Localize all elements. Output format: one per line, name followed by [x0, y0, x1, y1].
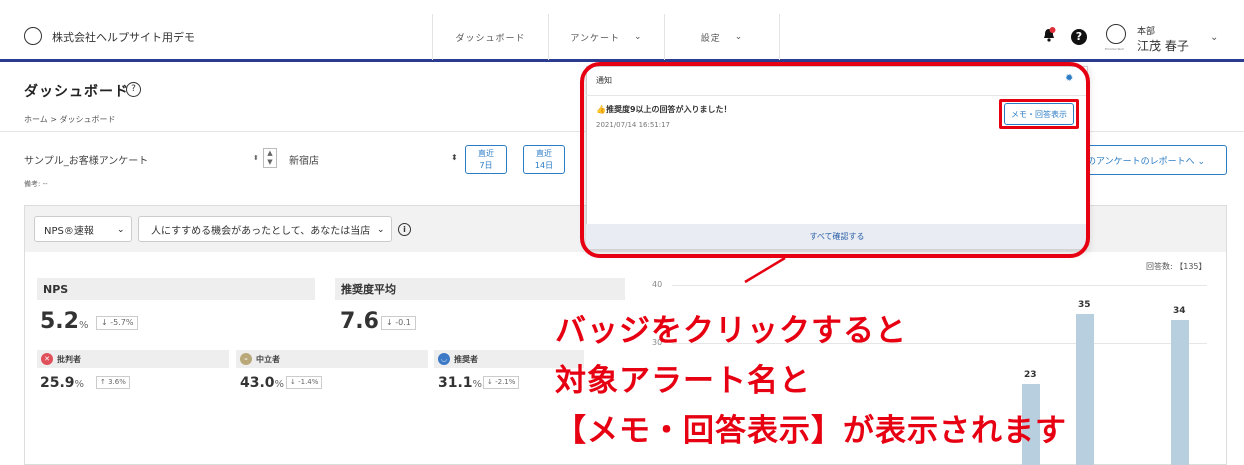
- neutral-face-icon: –: [240, 353, 252, 365]
- segment-header-passive: – 中立者: [236, 350, 428, 368]
- promoter-unit: %: [472, 379, 483, 390]
- store-select[interactable]: 新宿店: [289, 146, 461, 172]
- promoter-number: 31.1: [438, 375, 473, 391]
- promoter-delta-badge: ↓ -2.1%: [483, 376, 520, 389]
- org-name: 株式会社ヘルプサイト用デモ: [52, 31, 195, 44]
- answer-count: 回答数: 【135】: [1146, 262, 1207, 271]
- chart-bar: [1171, 319, 1189, 465]
- nav-dashboard-label: ダッシュボード: [455, 33, 526, 44]
- bar-value-label: 23: [1024, 369, 1037, 380]
- avatar-icon[interactable]: [1106, 24, 1126, 44]
- annotation-frame: [580, 62, 1090, 258]
- segment-label: 推奨者: [454, 354, 478, 364]
- nps-unit: %: [78, 320, 89, 331]
- nav-survey[interactable]: アンケート ⌄: [548, 14, 664, 60]
- help-circle-icon[interactable]: ?: [126, 82, 141, 97]
- gridline: [672, 285, 1207, 286]
- segment-label: 中立者: [256, 354, 280, 364]
- passive-value: 43.0%: [240, 375, 284, 391]
- chart-bar: [1076, 314, 1094, 465]
- annotation-line-3: 【メモ・回答表示】が表示されます: [555, 413, 1067, 449]
- annotation-line-2: 対象アラート名と: [555, 363, 811, 399]
- passive-number: 43.0: [240, 375, 275, 391]
- survey-spinner[interactable]: ⬍ ▲ ▼: [253, 148, 279, 170]
- smile-face-icon: ◡: [438, 353, 450, 365]
- passive-unit: %: [274, 379, 285, 390]
- avg-delta-badge: ↓ -0.1: [381, 316, 416, 330]
- user-name[interactable]: 江茂 春子: [1137, 37, 1189, 54]
- org-logo-icon: [24, 27, 42, 45]
- survey-select-value: サンプル_お客様アンケート: [24, 155, 149, 167]
- question-select-value: 人にすすめる機会があったとして、あなたは当店: [151, 225, 371, 237]
- nav-settings[interactable]: 設定 ⌄: [664, 14, 780, 60]
- nps-value: 5.2%: [40, 309, 89, 334]
- promoter-value: 31.1%: [438, 375, 482, 391]
- nps-number: 5.2: [40, 309, 79, 334]
- user-department: 本部: [1137, 27, 1156, 37]
- nps-delta-badge: ↓ -5.7%: [96, 316, 139, 330]
- stepper-icon[interactable]: ▲ ▼: [263, 148, 277, 168]
- breadcrumb[interactable]: ホーム > ダッシュボード: [24, 114, 116, 125]
- bell-icon[interactable]: [1042, 27, 1056, 43]
- nav-dashboard[interactable]: ダッシュボード: [432, 14, 548, 60]
- nav-survey-label: アンケート: [570, 33, 621, 44]
- nav-settings-label: 設定: [700, 33, 721, 44]
- passive-delta-badge: ↓ -1.4%: [286, 376, 323, 389]
- bar-value-label: 35: [1078, 300, 1091, 310]
- period-7d-line2: 7日: [479, 161, 493, 170]
- period-7d-button[interactable]: 直近 7日: [465, 145, 507, 174]
- avg-value: 7.6: [340, 309, 379, 334]
- segment-label: 批判者: [57, 354, 81, 364]
- info-icon[interactable]: i: [398, 223, 411, 236]
- chevron-down-icon: ⌄: [634, 32, 643, 42]
- detractor-delta-badge: ↑ 3.6%: [96, 376, 130, 389]
- sort-arrows-icon: ⬍: [253, 154, 259, 162]
- report-link-button[interactable]: のアンケートのレポートへ ⌄: [1072, 145, 1227, 175]
- page-title: ダッシュボード: [24, 84, 129, 100]
- store-select-value: 新宿店: [289, 155, 319, 167]
- metric-select-value: NPS®速報: [44, 225, 94, 237]
- period-14d-line2: 14日: [534, 161, 554, 170]
- avg-header: 推奨度平均: [335, 278, 625, 300]
- sort-arrows-icon[interactable]: ⬍: [451, 153, 458, 162]
- chevron-down-icon: ⌄: [117, 225, 125, 235]
- angry-face-icon: ✕: [41, 353, 53, 365]
- detractor-unit: %: [74, 379, 85, 390]
- help-icon[interactable]: ?: [1071, 29, 1087, 45]
- chevron-down-icon: ⌄: [377, 225, 385, 235]
- metric-select[interactable]: NPS®速報 ⌄: [34, 216, 132, 242]
- chevron-down-icon[interactable]: ⌄: [1210, 32, 1218, 43]
- annotation-line-1: バッジをクリックすると: [555, 313, 907, 349]
- chevron-down-icon: ⌄: [734, 32, 744, 42]
- bar-value-label: 34: [1173, 305, 1186, 316]
- survey-select[interactable]: サンプル_お客様アンケート: [24, 146, 282, 172]
- y-tick-label: 40: [652, 280, 663, 289]
- segment-header-detractor: ✕ 批判者: [37, 350, 229, 368]
- annotation-highlight: [999, 99, 1079, 129]
- period-14d-button[interactable]: 直近 14日: [523, 145, 565, 174]
- period-7d-line1: 直近: [478, 149, 494, 158]
- note-text: 備考: --: [24, 180, 48, 188]
- period-14d-line1: 直近: [536, 149, 552, 158]
- question-select[interactable]: 人にすすめる機会があったとして、あなたは当店 ⌄: [138, 216, 392, 242]
- detractor-value: 25.9%: [40, 375, 84, 391]
- annotation-pointer: [744, 256, 786, 284]
- detractor-number: 25.9: [40, 375, 75, 391]
- nps-header: NPS: [37, 278, 315, 300]
- avatar-subtext: EmotionTech: [1105, 47, 1125, 51]
